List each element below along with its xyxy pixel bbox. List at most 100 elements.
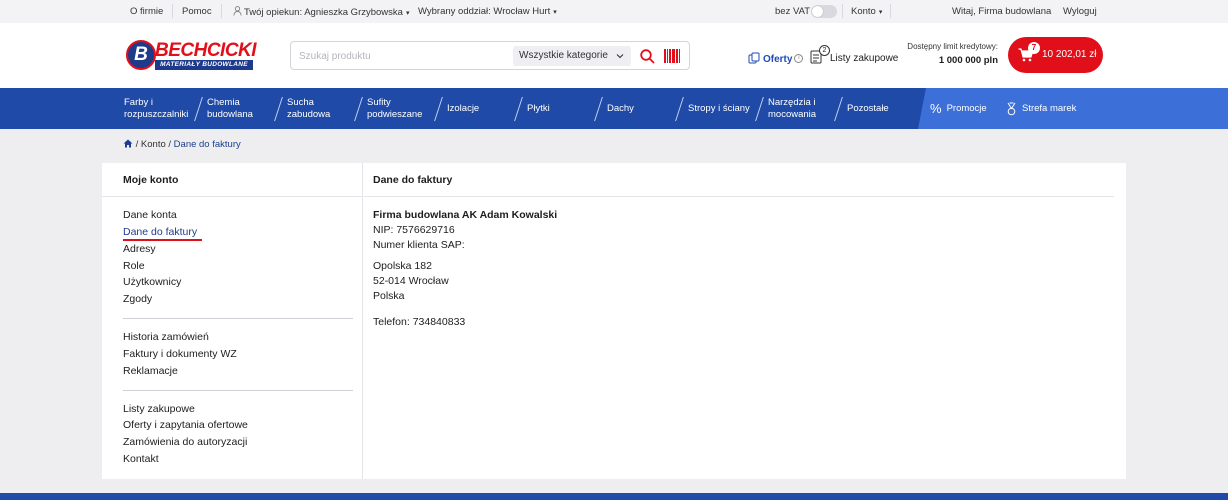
- divider: [172, 4, 173, 18]
- sidebar-divider: [123, 390, 353, 391]
- nav-separator: [354, 97, 363, 121]
- nav-label: podwieszane: [367, 108, 423, 120]
- nav-separator: [514, 97, 523, 121]
- search-input[interactable]: [299, 48, 499, 64]
- nav-label: Strefa marek: [1022, 103, 1077, 114]
- sidebar-item-kontakt[interactable]: Kontakt: [123, 453, 159, 465]
- sidebar-item-faktury[interactable]: Faktury i dokumenty WZ: [123, 348, 237, 360]
- nav-item-promocje[interactable]: % Promocje: [930, 88, 987, 129]
- nav-separator: [434, 97, 443, 121]
- nav-label: budowlana: [207, 108, 253, 120]
- lists-label: Listy zakupowe: [830, 53, 899, 64]
- nav-label: Sucha: [287, 96, 314, 108]
- category-nav: Farby i rozpuszczalniki Chemia budowlana S…: [0, 88, 1228, 129]
- home-icon[interactable]: [123, 139, 133, 148]
- account-sidebar: Moje konto Dane konta Dane do faktury Ad…: [102, 163, 363, 479]
- nav-item-farby[interactable]: Farby i rozpuszczalniki: [124, 88, 188, 129]
- sidebar-title: Moje konto: [102, 163, 363, 197]
- nav-item-plytki[interactable]: Płytki: [527, 88, 550, 129]
- help-link[interactable]: Pomoc: [182, 6, 212, 17]
- nav-label: Chemia: [207, 96, 240, 108]
- logo[interactable]: B BECHCICKI MATERIAŁY BUDOWLANE: [126, 40, 257, 72]
- nav-label: Stropy i ściany: [688, 102, 750, 114]
- breadcrumb-separator: /: [135, 139, 139, 150]
- nav-item-sufity[interactable]: Sufity podwieszane: [367, 88, 422, 129]
- account-dropdown[interactable]: Konto ▾: [851, 6, 882, 17]
- logo-mark: B: [126, 40, 156, 70]
- section-title: Dane do faktury: [364, 163, 1114, 197]
- nav-label: zabudowa: [287, 108, 331, 120]
- divider: [890, 4, 891, 18]
- medal-icon: [1007, 102, 1016, 115]
- person-icon: [233, 6, 242, 16]
- sidebar-item-zgody[interactable]: Zgody: [123, 293, 152, 305]
- breadcrumb-current: Dane do faktury: [173, 139, 241, 150]
- address-city: 52-014 Wrocław: [373, 275, 449, 287]
- advisor-label: Twój opiekun: Agnieszka Grzybowska: [244, 7, 403, 18]
- nav-item-stropy[interactable]: Stropy i ściany: [688, 88, 750, 129]
- sidebar-item-adresy[interactable]: Adresy: [123, 243, 156, 255]
- vat-label: bez VAT: [775, 6, 811, 17]
- nav-item-strefa-marek[interactable]: Strefa marek: [1005, 88, 1076, 129]
- sidebar-item-dane-do-faktury[interactable]: Dane do faktury: [123, 226, 197, 238]
- nav-separator: [594, 97, 603, 121]
- search-icon[interactable]: [639, 48, 655, 64]
- about-link[interactable]: O firmie: [130, 6, 163, 17]
- sidebar-item-listy-zakupowe[interactable]: Listy zakupowe: [123, 403, 195, 415]
- nav-separator: [274, 97, 283, 121]
- breadcrumb: / Konto / Dane do faktury: [123, 139, 241, 150]
- logo-tagline: MATERIAŁY BUDOWLANE: [155, 60, 253, 70]
- branch-label: Wybrany oddział: Wrocław Hurt: [418, 6, 551, 17]
- breadcrumb-account[interactable]: Konto: [141, 139, 166, 150]
- address-street: Opolska 182: [373, 260, 432, 272]
- search-bar: Wszystkie kategorie: [290, 41, 690, 70]
- nav-item-chemia[interactable]: Chemia budowlana: [207, 88, 253, 129]
- sidebar-item-uzytkownicy[interactable]: Użytkownicy: [123, 276, 181, 288]
- nav-label: Promocje: [946, 103, 987, 114]
- nav-label: Dachy: [607, 102, 634, 114]
- nav-item-dachy[interactable]: Dachy: [607, 88, 634, 129]
- sidebar-item-oferty[interactable]: Oferty i zapytania ofertowe: [123, 419, 248, 431]
- branch-dropdown[interactable]: Wybrany oddział: Wrocław Hurt ▾: [418, 6, 557, 17]
- nav-label: rozpuszczalniki: [124, 108, 189, 120]
- sidebar-item-historia-zamowien[interactable]: Historia zamówień: [123, 331, 209, 343]
- breadcrumb-separator: /: [168, 139, 172, 150]
- cart-button[interactable]: 7 10 202,01 zł: [1008, 37, 1103, 73]
- credit-limit: Dostępny limit kredytowy: 1 000 000 pln: [896, 42, 998, 66]
- vat-toggle[interactable]: [811, 5, 837, 18]
- offers-label: Oferty: [763, 54, 793, 65]
- company-name: Firma budowlana AK Adam Kowalski: [373, 209, 558, 221]
- nav-item-narzedzia[interactable]: Narzędzia i mocowania: [768, 88, 816, 129]
- barcode-scanner-icon[interactable]: [664, 49, 680, 63]
- cart-amount: 10 202,01 zł: [1042, 49, 1097, 60]
- advisor-dropdown[interactable]: Twój opiekun: Agnieszka Grzybowska ▾: [233, 6, 409, 18]
- offers-link[interactable]: Oferty i: [748, 52, 804, 65]
- sidebar-item-reklamacje[interactable]: Reklamacje: [123, 365, 178, 377]
- logo-name: BECHCICKI: [155, 40, 257, 61]
- info-icon: i: [794, 54, 804, 63]
- caret-down-icon: ▾: [405, 10, 410, 17]
- nav-label: Płytki: [527, 102, 550, 114]
- nav-label: Sufity: [367, 96, 391, 108]
- sidebar-item-zamowienia-do-autoryzacji[interactable]: Zamówienia do autoryzacji: [123, 436, 247, 448]
- sidebar-item-role[interactable]: Role: [123, 260, 145, 272]
- divider: [842, 4, 843, 18]
- nav-item-sucha-zabudowa[interactable]: Sucha zabudowa: [287, 88, 330, 129]
- logout-link[interactable]: Wyloguj: [1063, 6, 1097, 17]
- nip-number: NIP: 7576629716: [373, 224, 455, 236]
- nav-label: Pozostałe: [847, 102, 889, 114]
- nav-item-izolacje[interactable]: Izolacje: [447, 88, 479, 129]
- caret-down-icon: ▾: [553, 9, 557, 16]
- sidebar-item-dane-konta[interactable]: Dane konta: [123, 209, 177, 221]
- address-country: Polska: [373, 290, 405, 302]
- header: B BECHCICKI MATERIAŁY BUDOWLANE Wszystki…: [0, 23, 1228, 88]
- category-select[interactable]: Wszystkie kategorie: [513, 46, 631, 66]
- divider: [221, 4, 222, 18]
- phone-number: Telefon: 734840833: [373, 316, 466, 328]
- nav-separator: [834, 97, 843, 121]
- nav-item-pozostale[interactable]: Pozostałe: [847, 88, 889, 129]
- nav-label: Izolacje: [447, 102, 480, 114]
- account-card: Moje konto Dane konta Dane do faktury Ad…: [102, 163, 1126, 479]
- nav-label: Narzędzia i: [768, 96, 816, 108]
- toggle-knob: [812, 6, 823, 17]
